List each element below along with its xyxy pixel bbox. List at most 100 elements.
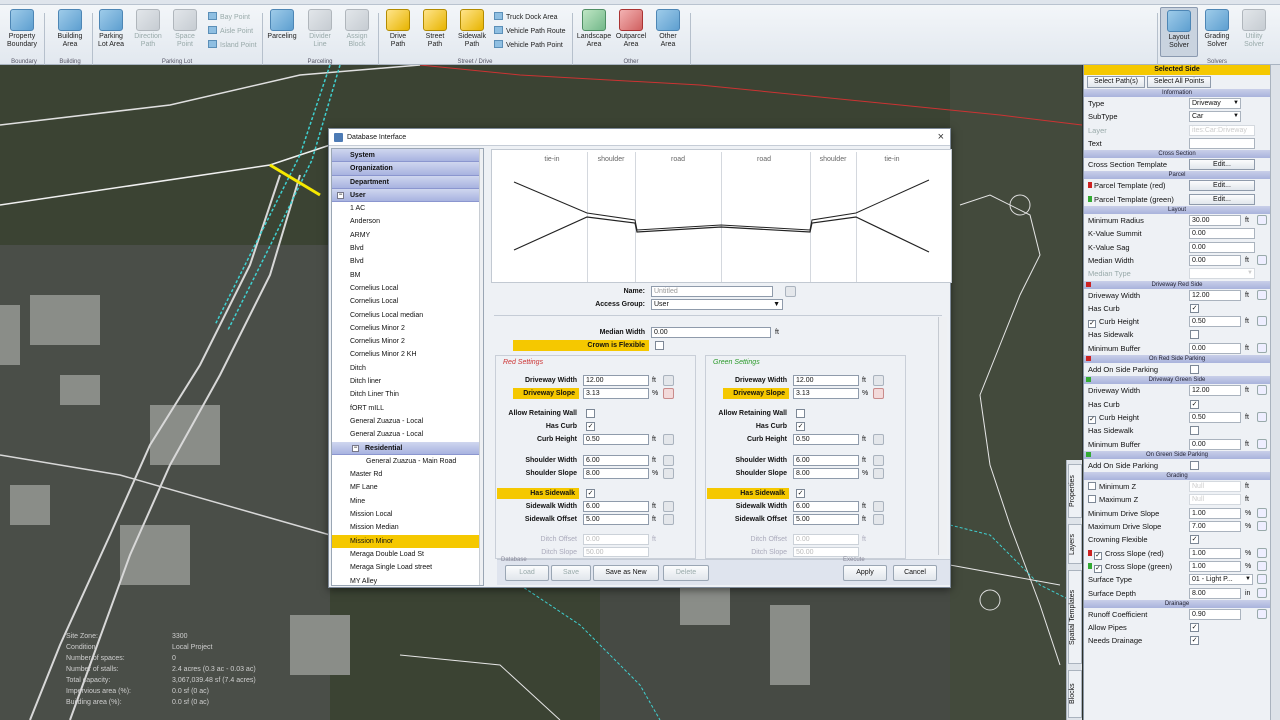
- minimum-radius-input[interactable]: 30.00: [1189, 215, 1241, 227]
- save-as-new-button[interactable]: Save as New: [593, 565, 659, 581]
- link-icon[interactable]: [1257, 215, 1267, 226]
- k-value-summit-input[interactable]: 0.00: [1189, 228, 1255, 240]
- tree-item[interactable]: Cornelius Local: [332, 295, 483, 308]
- green-has-sidewalk-checkbox[interactable]: ✓: [796, 489, 805, 498]
- landscape-area-button[interactable]: Landscape Area: [575, 9, 613, 49]
- tree-item[interactable]: Cornelius Minor 2: [332, 322, 483, 335]
- tab-layers[interactable]: Layers: [1068, 524, 1082, 564]
- street-path-button[interactable]: Street Path: [418, 9, 452, 49]
- edit-parcel-green-button[interactable]: Edit...: [1189, 193, 1255, 205]
- minimum-z-checkbox[interactable]: [1088, 482, 1096, 491]
- parceling-button[interactable]: Parceling: [264, 9, 300, 41]
- tree-item[interactable]: 1 AC: [332, 202, 483, 215]
- red-min-buffer-input[interactable]: 0.00: [1189, 342, 1241, 354]
- lock-icon[interactable]: [873, 501, 884, 512]
- apply-button[interactable]: Apply: [843, 565, 887, 581]
- max-drive-slope-input[interactable]: 7.00: [1189, 521, 1241, 533]
- tab-properties[interactable]: Properties: [1068, 464, 1082, 518]
- vehicle-path-point-button[interactable]: Vehicle Path Point: [494, 40, 563, 50]
- collapse-icon[interactable]: −: [337, 191, 344, 199]
- close-icon[interactable]: ×: [938, 131, 944, 143]
- lock-icon[interactable]: [663, 375, 674, 386]
- link-icon[interactable]: [1257, 547, 1267, 558]
- green-has-curb-checkbox[interactable]: ✓: [796, 422, 805, 431]
- curb-height-checkbox[interactable]: ✓: [1088, 415, 1096, 424]
- lock-icon[interactable]: [663, 468, 674, 479]
- red-add-parking-checkbox[interactable]: [1190, 365, 1199, 375]
- collapse-icon[interactable]: −: [352, 444, 359, 452]
- allow-pipes-checkbox[interactable]: ✓: [1190, 623, 1199, 633]
- tree-item[interactable]: Mission Median: [332, 521, 483, 534]
- tree-item[interactable]: MF Lane: [332, 481, 483, 494]
- tree-item[interactable]: Cornelius Minor 2 KH: [332, 348, 483, 361]
- crown-flexible-checkbox[interactable]: [655, 341, 664, 350]
- link-icon[interactable]: [1257, 254, 1267, 265]
- red-shoulder-width-input[interactable]: 6.00: [583, 455, 649, 466]
- section-green-parking[interactable]: On Green Side Parking: [1084, 450, 1270, 459]
- load-button[interactable]: Load: [505, 565, 549, 581]
- tree-item[interactable]: Mission Local: [332, 508, 483, 521]
- type-select[interactable]: Driveway: [1189, 98, 1241, 109]
- tree-item[interactable]: BM: [332, 269, 483, 282]
- cancel-button[interactable]: Cancel: [893, 565, 937, 581]
- tree-item[interactable]: ARMY: [332, 229, 483, 242]
- link-icon[interactable]: [1257, 587, 1267, 598]
- other-area-button[interactable]: Other Area: [652, 9, 684, 49]
- tree-folder-residential[interactable]: − Residential: [332, 441, 483, 455]
- delete-button[interactable]: Delete: [663, 565, 709, 581]
- tree-scrollbar[interactable]: [479, 149, 483, 585]
- name-input[interactable]: Untitled: [651, 286, 773, 297]
- surface-type-select[interactable]: 01 - Light P...: [1189, 574, 1253, 586]
- link-icon[interactable]: [1257, 316, 1267, 327]
- red-has-curb-checkbox[interactable]: ✓: [586, 422, 595, 431]
- aisle-point-button[interactable]: Aisle Point: [208, 26, 253, 36]
- runoff-coefficient-input[interactable]: 0.90: [1189, 608, 1241, 620]
- unlock-icon[interactable]: [873, 388, 884, 399]
- tree-item-selected[interactable]: Mission Minor: [332, 534, 483, 548]
- section-red-parking[interactable]: On Red Side Parking: [1084, 355, 1270, 364]
- tree-item[interactable]: General Zuazua - Main Road: [332, 455, 483, 468]
- tree-item[interactable]: fORT mILL: [332, 402, 483, 415]
- red-has-sidewalk-checkbox[interactable]: ✓: [586, 489, 595, 498]
- tree-category-organization[interactable]: Organization: [332, 162, 483, 176]
- maximum-z-input[interactable]: Null: [1189, 494, 1241, 506]
- link-icon[interactable]: [1257, 289, 1267, 300]
- outparcel-area-button[interactable]: Outparcel Area: [614, 9, 648, 49]
- section-cross-section[interactable]: Cross Section: [1084, 150, 1270, 159]
- bay-point-button[interactable]: Bay Point: [208, 12, 250, 22]
- subtype-select[interactable]: Car: [1189, 111, 1241, 123]
- tree-item[interactable]: Cornelius Local median: [332, 309, 483, 322]
- assign-block-button[interactable]: Assign Block: [340, 9, 374, 49]
- tree-item[interactable]: Blvd: [332, 242, 483, 255]
- section-red-side[interactable]: Driveway Red Side: [1084, 280, 1270, 289]
- red-ditch-slope-input[interactable]: 50.00: [583, 547, 649, 557]
- lock-icon[interactable]: [873, 434, 884, 445]
- dialog-titlebar[interactable]: Database Interface ×: [329, 129, 950, 146]
- red-shoulder-slope-input[interactable]: 8.00: [583, 468, 649, 479]
- crowning-flexible-checkbox[interactable]: ✓: [1190, 535, 1199, 545]
- link-icon[interactable]: [1257, 385, 1267, 396]
- lock-icon[interactable]: [873, 514, 884, 525]
- parking-lot-area-button[interactable]: Parking Lot Area: [95, 9, 127, 49]
- red-curb-height-input[interactable]: 0.50: [583, 434, 649, 445]
- red-ditch-offset-input[interactable]: 0.00: [583, 534, 649, 545]
- sidewalk-path-button[interactable]: Sidewalk Path: [455, 9, 489, 49]
- name-lock-icon[interactable]: [785, 286, 796, 297]
- tree-item[interactable]: Blvd: [332, 255, 483, 268]
- median-type-select[interactable]: [1189, 268, 1255, 280]
- red-has-sidewalk-checkbox[interactable]: [1190, 330, 1199, 340]
- lock-icon[interactable]: [663, 514, 674, 525]
- lock-icon[interactable]: [873, 455, 884, 466]
- minimum-z-input[interactable]: Null: [1189, 481, 1241, 493]
- link-icon[interactable]: [1257, 411, 1267, 422]
- building-area-button[interactable]: Building Area: [53, 9, 87, 49]
- tree-item[interactable]: Ditch Liner Thin: [332, 388, 483, 401]
- access-group-select[interactable]: User ▼: [651, 299, 783, 310]
- tab-spatial-templates[interactable]: Spatial Templates: [1068, 570, 1082, 664]
- layout-solver-button[interactable]: Layout Solver: [1160, 7, 1198, 57]
- cross-slope-red-checkbox[interactable]: ✓: [1094, 551, 1102, 560]
- cross-slope-green-checkbox[interactable]: ✓: [1094, 564, 1102, 573]
- link-icon[interactable]: [1257, 342, 1267, 353]
- red-sidewalk-width-input[interactable]: 6.00: [583, 501, 649, 512]
- green-add-parking-checkbox[interactable]: [1190, 460, 1199, 470]
